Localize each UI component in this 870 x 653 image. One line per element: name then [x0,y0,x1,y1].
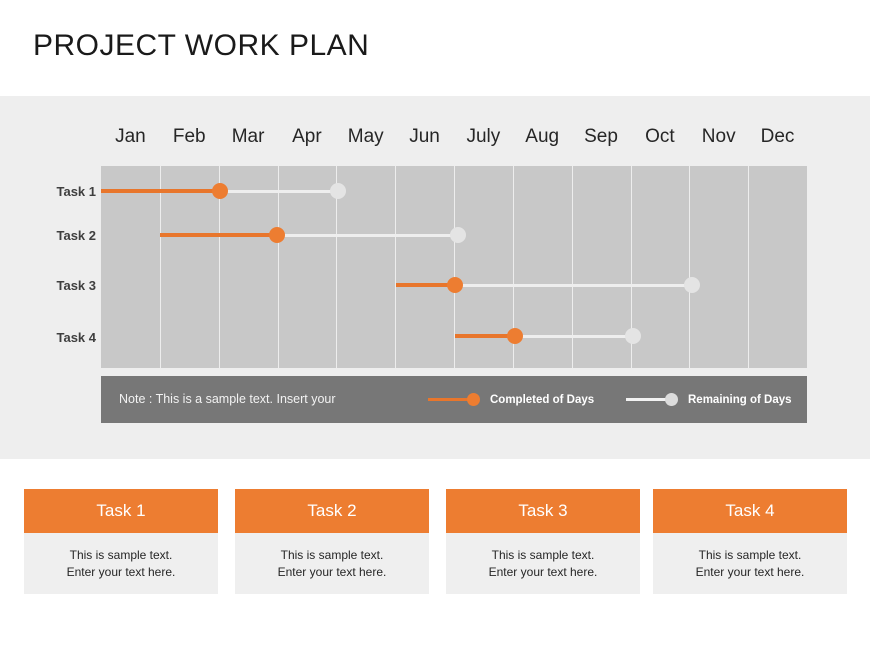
month-label-sep: Sep [584,126,618,147]
task-card-4[interactable]: Task 4 This is sample text. Enter your t… [653,489,847,594]
gantt-row-task-4 [0,326,870,346]
task-card-2-title: Task 2 [235,489,429,533]
month-label-may: May [347,126,384,147]
month-label-oct: Oct [645,126,675,147]
task-card-1-line1: This is sample text. [69,548,173,562]
completed-bar-task-4 [454,334,515,338]
legend-line-icon-remaining [626,398,668,401]
gantt-row-task-3 [0,275,870,295]
month-label-nov: Nov [701,126,736,147]
task-card-4-line2: Enter your text here. [695,565,805,579]
completed-bar-task-1 [101,189,221,193]
remaining-endpoint-dot-task-3 [683,277,700,293]
task-card-4-line1: This is sample text. [698,548,802,562]
legend-item-remaining: Remaining of Days [626,376,792,423]
month-label-jun: Jun [409,126,440,147]
task-card-4-body: This is sample text. Enter your text her… [653,533,847,594]
month-label-apr: Apr [292,126,322,147]
legend-dot-icon-remaining [665,393,678,406]
month-label-july: July [466,126,501,147]
page-title: PROJECT WORK PLAN [33,29,370,62]
completed-bar-task-3 [396,283,455,287]
legend-line-icon-completed [428,398,470,401]
legend-label-completed: Completed of Days [490,393,595,406]
legend-item-completed: Completed of Days [428,376,594,423]
task-card-3[interactable]: Task 3 This is sample text. Enter your t… [446,489,640,594]
month-label-feb: Feb [172,126,206,147]
month-label-aug: Aug [525,126,560,147]
legend-dot-icon-completed [467,393,480,406]
task-card-3-body: This is sample text. Enter your text her… [446,533,640,594]
task-card-1-body: This is sample text. Enter your text her… [24,533,218,594]
task-card-2-body: This is sample text. Enter your text her… [235,533,429,594]
gantt-row-task-1 [0,181,870,201]
task-card-2[interactable]: Task 2 This is sample text. Enter your t… [235,489,429,594]
month-header-row: Jan Feb Mar Apr May Jun July Aug Sep Oct… [101,120,807,154]
task-card-2-line1: This is sample text. [280,548,384,562]
task-card-1-title: Task 1 [24,489,218,533]
remaining-endpoint-dot-task-2 [450,227,467,243]
completed-endpoint-dot-task-1 [212,183,229,199]
completed-bar-task-2 [160,233,277,237]
gantt-row-task-2 [0,225,870,245]
completed-endpoint-dot-task-4 [506,328,523,344]
month-label-mar: Mar [231,126,265,147]
task-card-1[interactable]: Task 1 This is sample text. Enter your t… [24,489,218,594]
completed-endpoint-dot-task-2 [268,227,285,243]
month-label-jan: Jan [115,126,146,147]
remaining-endpoint-dot-task-1 [330,183,347,199]
task-card-4-title: Task 4 [653,489,847,533]
remaining-endpoint-dot-task-4 [625,328,642,344]
legend-label-remaining: Remaining of Days [688,393,792,406]
task-card-2-line2: Enter your text here. [277,565,387,579]
task-card-3-line1: This is sample text. [491,548,595,562]
task-card-3-title: Task 3 [446,489,640,533]
note-legend-bar: Note : This is a sample text. Insert you… [101,376,807,423]
task-card-3-line2: Enter your text here. [488,565,598,579]
task-card-1-line2: Enter your text here. [66,565,176,579]
completed-endpoint-dot-task-3 [446,277,463,293]
task-cards-row: Task 1 This is sample text. Enter your t… [0,489,870,599]
month-label-dec: Dec [760,126,795,147]
note-text: Note : This is a sample text. Insert you… [119,392,336,406]
